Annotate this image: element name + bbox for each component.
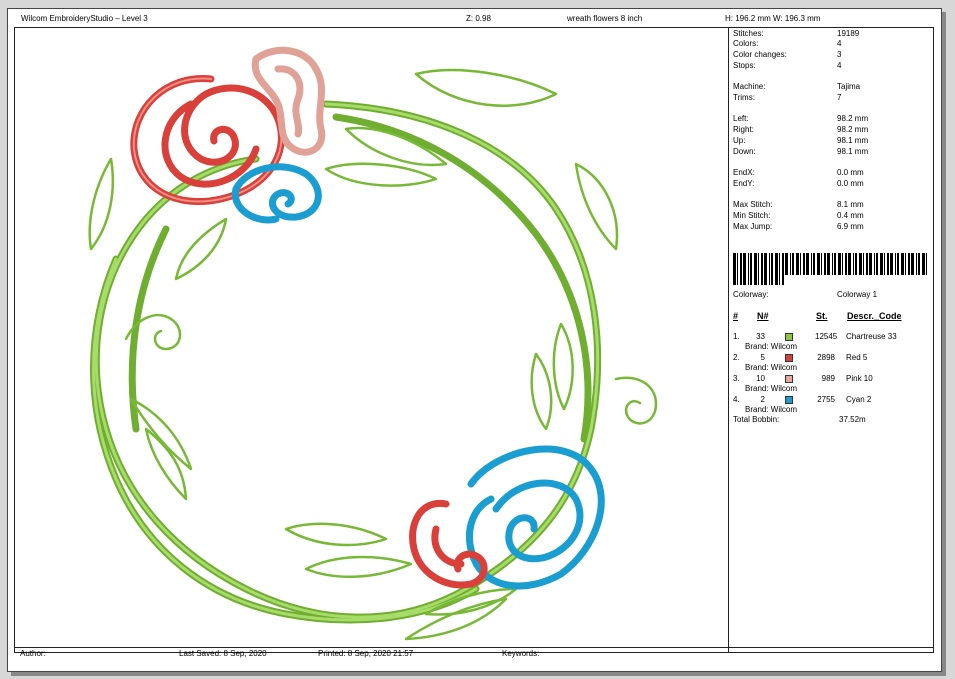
- stat-value: 3: [837, 50, 842, 59]
- stat-label: EndX:: [733, 168, 755, 177]
- stat-label: Stitches:: [733, 29, 764, 38]
- stat-row: EndY: 0.0 mm: [733, 179, 933, 189]
- footer-printed: Printed: 8 Sep, 2020 21:57: [318, 649, 414, 658]
- stat-label: Min Stitch:: [733, 211, 771, 220]
- stat-row: Left: 98.2 mm: [733, 114, 933, 124]
- stitch-count: 2755: [817, 395, 835, 404]
- stat-row: Max Jump: 6.9 mm: [733, 222, 933, 232]
- stat-label: Machine:: [733, 82, 766, 91]
- stat-row: Right: 98.2 mm: [733, 125, 933, 135]
- stat-row: Stitches: 19189: [733, 29, 933, 39]
- footer-last-saved: Last Saved: 8 Sep, 2020: [179, 649, 267, 658]
- color-table-header-num: #: [733, 311, 739, 321]
- total-bobbin-value: 37.52m: [839, 415, 866, 424]
- stat-value: 6.9 mm: [837, 222, 864, 231]
- app-title: Wilcom EmbroideryStudio – Level 3: [21, 14, 148, 23]
- stat-row: Stops: 4: [733, 61, 933, 71]
- color-table-header-n: N#: [757, 311, 769, 321]
- stat-row: Min Stitch: 0.4 mm: [733, 211, 933, 221]
- color-index: 1.: [733, 332, 740, 341]
- zoom-readout: Z: 0.98: [466, 14, 491, 23]
- stat-label: Right:: [733, 125, 754, 134]
- stitch-count: 12545: [815, 332, 838, 341]
- stat-label: EndY:: [733, 179, 755, 188]
- total-bobbin-label: Total Bobbin:: [733, 415, 780, 424]
- needle-number: 5: [760, 353, 765, 362]
- thread-description: Red 5: [846, 353, 868, 362]
- stat-value: Tajima: [837, 82, 861, 91]
- stat-value: 0.4 mm: [837, 211, 864, 220]
- needle-number: 2: [760, 395, 765, 404]
- stat-row: Color changes: 3: [733, 50, 933, 60]
- color-table-header-descr: Descr._Code: [847, 311, 902, 321]
- thread-description: Pink 10: [846, 374, 873, 383]
- cyan-swirl: [231, 163, 322, 224]
- color-index: 2.: [733, 353, 740, 362]
- stat-row: EndX: 0.0 mm: [733, 168, 933, 178]
- thread-brand: Brand: Wilcom: [745, 384, 798, 393]
- thread-brand: Brand: Wilcom: [745, 363, 798, 372]
- stitch-count: 989: [821, 374, 835, 383]
- stat-row: Colors: 4: [733, 39, 933, 49]
- stat-row: Max Stitch: 8.1 mm: [733, 200, 933, 210]
- color-index: 3.: [733, 374, 740, 383]
- color-index: 4.: [733, 395, 740, 404]
- needle-number: 10: [756, 374, 765, 383]
- thread-color-swatch: [785, 354, 793, 362]
- total-bobbin-row: Total Bobbin: 37.52m: [733, 415, 933, 425]
- stat-row: Up: 98.1 mm: [733, 136, 933, 146]
- design-dimensions: H: 196.2 mm W: 196.3 mm: [725, 14, 821, 23]
- design-name: wreath flowers 8 inch: [567, 14, 643, 23]
- stat-value: 0.0 mm: [837, 168, 864, 177]
- stitch-count: 2898: [817, 353, 835, 362]
- embroidery-design-preview: [88, 46, 658, 641]
- thread-color-swatch: [785, 333, 793, 341]
- stat-label: Color changes:: [733, 50, 787, 59]
- needle-number: 33: [756, 332, 765, 341]
- thread-description: Cyan 2: [846, 395, 872, 404]
- stat-value: 98.2 mm: [837, 125, 869, 134]
- stat-label: Down:: [733, 147, 756, 156]
- footer-author: Author:: [20, 649, 46, 658]
- stat-value: 98.2 mm: [837, 114, 869, 123]
- stat-label: Trims:: [733, 93, 755, 102]
- stat-value: 98.1 mm: [837, 136, 869, 145]
- stat-label: Colors:: [733, 39, 759, 48]
- stat-value: 98.1 mm: [837, 147, 869, 156]
- thread-color-swatch: [785, 396, 793, 404]
- footer-keywords: Keywords:: [502, 649, 540, 658]
- stat-row: Trims: 7: [733, 93, 933, 103]
- stat-value: 19189: [837, 29, 860, 38]
- colorway-row: Colorway: Colorway 1: [733, 290, 933, 300]
- stat-label: Stops:: [733, 61, 756, 70]
- colorway-label: Colorway:: [733, 290, 769, 299]
- design-info-panel: Stitches: 19189 Colors: 4 Color changes: 3 Sto…: [733, 29, 933, 429]
- stat-label: Max Stitch:: [733, 200, 773, 209]
- stat-label: Up:: [733, 136, 746, 145]
- stat-value: 4: [837, 61, 842, 70]
- thread-brand: Brand: Wilcom: [745, 342, 798, 351]
- thread-brand: Brand: Wilcom: [745, 405, 798, 414]
- thread-description: Chartreuse 33: [846, 332, 897, 341]
- thread-color-swatch: [785, 375, 793, 383]
- stat-value: 4: [837, 39, 842, 48]
- stat-row: Machine: Tajima: [733, 82, 933, 92]
- colorway-value: Colorway 1: [837, 290, 878, 299]
- barcode: [733, 253, 927, 285]
- stat-value: 0.0 mm: [837, 179, 864, 188]
- stat-value: 8.1 mm: [837, 200, 864, 209]
- vine-curls: [124, 313, 658, 425]
- panel-divider: [728, 27, 729, 653]
- stat-value: 7: [837, 93, 842, 102]
- vine-strokes: [90, 100, 602, 624]
- footer-divider: [14, 647, 934, 648]
- stat-label: Left:: [733, 114, 749, 123]
- stat-row: Down: 98.1 mm: [733, 147, 933, 157]
- print-preview-sheet: Wilcom EmbroideryStudio – Level 3 Z: 0.9…: [7, 8, 942, 672]
- color-table-header-st: St.: [816, 311, 828, 321]
- vine-highlight: [92, 102, 600, 622]
- stat-label: Max Jump:: [733, 222, 773, 231]
